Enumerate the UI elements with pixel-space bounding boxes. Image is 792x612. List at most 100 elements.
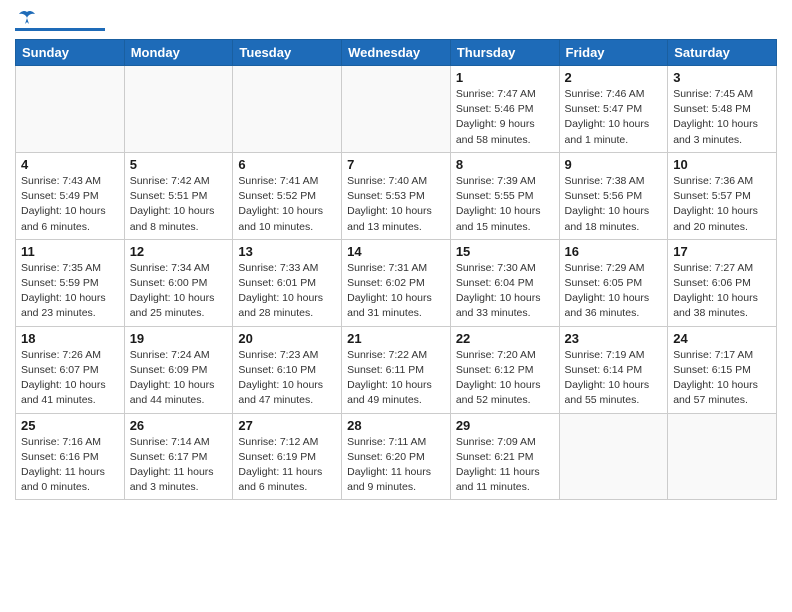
day-number: 22: [456, 331, 554, 346]
calendar-cell: 8Sunrise: 7:39 AM Sunset: 5:55 PM Daylig…: [450, 152, 559, 239]
calendar-cell: 19 Sunrise: 7:24 AM Sunset: 6:09 PM Dayli…: [124, 326, 233, 413]
day-info: Sunrise: 7:22 AM Sunset: 6:11 PM Dayligh…: [347, 348, 445, 409]
calendar-cell: 22 Sunrise: 7:20 AM Sunset: 6:12 PM Dayli…: [450, 326, 559, 413]
day-info: Sunrise: 7:35 AM Sunset: 5:59 PM Dayligh…: [21, 261, 119, 322]
calendar-cell: 21 Sunrise: 7:22 AM Sunset: 6:11 PM Dayli…: [342, 326, 451, 413]
calendar-cell: [668, 413, 777, 500]
day-info: Sunrise: 7:12 AM Sunset: 6:19 PM Dayligh…: [238, 435, 336, 496]
day-number: 19: [130, 331, 228, 346]
col-header-thursday: Thursday: [450, 40, 559, 66]
day-number: 6: [238, 157, 336, 172]
day-number: 25: [21, 418, 119, 433]
day-number: 17: [673, 244, 771, 259]
day-info: Sunrise: 7:23 AM Sunset: 6:10 PM Dayligh…: [238, 348, 336, 409]
day-number: 5: [130, 157, 228, 172]
logo-bird-icon: [17, 10, 37, 26]
calendar-cell: 28 Sunrise: 7:11 AM Sunset: 6:20 PM Dayli…: [342, 413, 451, 500]
calendar-week-row: 1 Sunrise: 7:47 AM Sunset: 5:46 PM Daylig…: [16, 66, 777, 153]
day-info: Sunrise: 7:24 AM Sunset: 6:09 PM Dayligh…: [130, 348, 228, 409]
calendar-cell: 9 Sunrise: 7:38 AM Sunset: 5:56 PM Daylig…: [559, 152, 668, 239]
day-number: 9: [565, 157, 663, 172]
calendar-week-row: 25 Sunrise: 7:16 AM Sunset: 6:16 PM Dayli…: [16, 413, 777, 500]
calendar-week-row: 4 Sunrise: 7:43 AM Sunset: 5:49 PM Daylig…: [16, 152, 777, 239]
day-info: Sunrise: 7:39 AM Sunset: 5:55 PM Dayligh…: [456, 174, 554, 235]
calendar-cell: 17Sunrise: 7:27 AM Sunset: 6:06 PM Dayli…: [668, 239, 777, 326]
calendar-cell: 1 Sunrise: 7:47 AM Sunset: 5:46 PM Daylig…: [450, 66, 559, 153]
calendar-cell: 12 Sunrise: 7:34 AM Sunset: 6:00 PM Dayli…: [124, 239, 233, 326]
calendar-cell: 23 Sunrise: 7:19 AM Sunset: 6:14 PM Dayli…: [559, 326, 668, 413]
calendar-cell: 11Sunrise: 7:35 AM Sunset: 5:59 PM Dayli…: [16, 239, 125, 326]
calendar-cell: 14 Sunrise: 7:31 AM Sunset: 6:02 PM Dayli…: [342, 239, 451, 326]
day-info: Sunrise: 7:43 AM Sunset: 5:49 PM Dayligh…: [21, 174, 119, 235]
calendar-cell: 2 Sunrise: 7:46 AM Sunset: 5:47 PM Daylig…: [559, 66, 668, 153]
day-info: Sunrise: 7:34 AM Sunset: 6:00 PM Dayligh…: [130, 261, 228, 322]
day-number: 1: [456, 70, 554, 85]
calendar-week-row: 11Sunrise: 7:35 AM Sunset: 5:59 PM Dayli…: [16, 239, 777, 326]
day-info: Sunrise: 7:36 AM Sunset: 5:57 PM Dayligh…: [673, 174, 771, 235]
day-number: 3: [673, 70, 771, 85]
calendar-cell: [559, 413, 668, 500]
day-number: 28: [347, 418, 445, 433]
calendar-cell: 15 Sunrise: 7:30 AM Sunset: 6:04 PM Dayli…: [450, 239, 559, 326]
day-info: Sunrise: 7:42 AM Sunset: 5:51 PM Dayligh…: [130, 174, 228, 235]
calendar-cell: 24Sunrise: 7:17 AM Sunset: 6:15 PM Dayli…: [668, 326, 777, 413]
day-number: 7: [347, 157, 445, 172]
calendar-header-row: SundayMondayTuesdayWednesdayThursdayFrid…: [16, 40, 777, 66]
day-number: 27: [238, 418, 336, 433]
day-number: 18: [21, 331, 119, 346]
col-header-saturday: Saturday: [668, 40, 777, 66]
day-info: Sunrise: 7:09 AM Sunset: 6:21 PM Dayligh…: [456, 435, 554, 496]
day-info: Sunrise: 7:19 AM Sunset: 6:14 PM Dayligh…: [565, 348, 663, 409]
calendar-cell: 7Sunrise: 7:40 AM Sunset: 5:53 PM Daylig…: [342, 152, 451, 239]
page-header: [15, 10, 777, 31]
calendar-cell: [124, 66, 233, 153]
day-number: 23: [565, 331, 663, 346]
day-info: Sunrise: 7:14 AM Sunset: 6:17 PM Dayligh…: [130, 435, 228, 496]
calendar-cell: [16, 66, 125, 153]
day-info: Sunrise: 7:20 AM Sunset: 6:12 PM Dayligh…: [456, 348, 554, 409]
day-number: 20: [238, 331, 336, 346]
calendar-cell: 6Sunrise: 7:41 AM Sunset: 5:52 PM Daylig…: [233, 152, 342, 239]
day-number: 29: [456, 418, 554, 433]
day-number: 16: [565, 244, 663, 259]
day-number: 24: [673, 331, 771, 346]
day-info: Sunrise: 7:16 AM Sunset: 6:16 PM Dayligh…: [21, 435, 119, 496]
col-header-monday: Monday: [124, 40, 233, 66]
day-info: Sunrise: 7:38 AM Sunset: 5:56 PM Dayligh…: [565, 174, 663, 235]
day-number: 21: [347, 331, 445, 346]
calendar-cell: 4 Sunrise: 7:43 AM Sunset: 5:49 PM Daylig…: [16, 152, 125, 239]
day-info: Sunrise: 7:30 AM Sunset: 6:04 PM Dayligh…: [456, 261, 554, 322]
calendar-cell: 5 Sunrise: 7:42 AM Sunset: 5:51 PM Daylig…: [124, 152, 233, 239]
calendar-cell: 13 Sunrise: 7:33 AM Sunset: 6:01 PM Dayli…: [233, 239, 342, 326]
calendar-cell: 3Sunrise: 7:45 AM Sunset: 5:48 PM Daylig…: [668, 66, 777, 153]
calendar-cell: [233, 66, 342, 153]
calendar-cell: 20 Sunrise: 7:23 AM Sunset: 6:10 PM Dayli…: [233, 326, 342, 413]
day-number: 13: [238, 244, 336, 259]
day-info: Sunrise: 7:31 AM Sunset: 6:02 PM Dayligh…: [347, 261, 445, 322]
col-header-tuesday: Tuesday: [233, 40, 342, 66]
day-info: Sunrise: 7:46 AM Sunset: 5:47 PM Dayligh…: [565, 87, 663, 148]
day-number: 26: [130, 418, 228, 433]
col-header-friday: Friday: [559, 40, 668, 66]
calendar-cell: 10 Sunrise: 7:36 AM Sunset: 5:57 PM Dayli…: [668, 152, 777, 239]
logo: [15, 10, 105, 31]
day-number: 2: [565, 70, 663, 85]
day-number: 10: [673, 157, 771, 172]
day-number: 12: [130, 244, 228, 259]
day-info: Sunrise: 7:33 AM Sunset: 6:01 PM Dayligh…: [238, 261, 336, 322]
day-info: Sunrise: 7:11 AM Sunset: 6:20 PM Dayligh…: [347, 435, 445, 496]
col-header-sunday: Sunday: [16, 40, 125, 66]
calendar-cell: 26 Sunrise: 7:14 AM Sunset: 6:17 PM Dayli…: [124, 413, 233, 500]
day-number: 15: [456, 244, 554, 259]
calendar-week-row: 18Sunrise: 7:26 AM Sunset: 6:07 PM Dayli…: [16, 326, 777, 413]
day-info: Sunrise: 7:29 AM Sunset: 6:05 PM Dayligh…: [565, 261, 663, 322]
day-info: Sunrise: 7:47 AM Sunset: 5:46 PM Dayligh…: [456, 87, 554, 148]
col-header-wednesday: Wednesday: [342, 40, 451, 66]
day-number: 4: [21, 157, 119, 172]
calendar-cell: 25 Sunrise: 7:16 AM Sunset: 6:16 PM Dayli…: [16, 413, 125, 500]
calendar-table: SundayMondayTuesdayWednesdayThursdayFrid…: [15, 39, 777, 500]
calendar-cell: 18Sunrise: 7:26 AM Sunset: 6:07 PM Dayli…: [16, 326, 125, 413]
logo-underline: [15, 28, 105, 31]
day-number: 14: [347, 244, 445, 259]
calendar-cell: 27 Sunrise: 7:12 AM Sunset: 6:19 PM Dayli…: [233, 413, 342, 500]
